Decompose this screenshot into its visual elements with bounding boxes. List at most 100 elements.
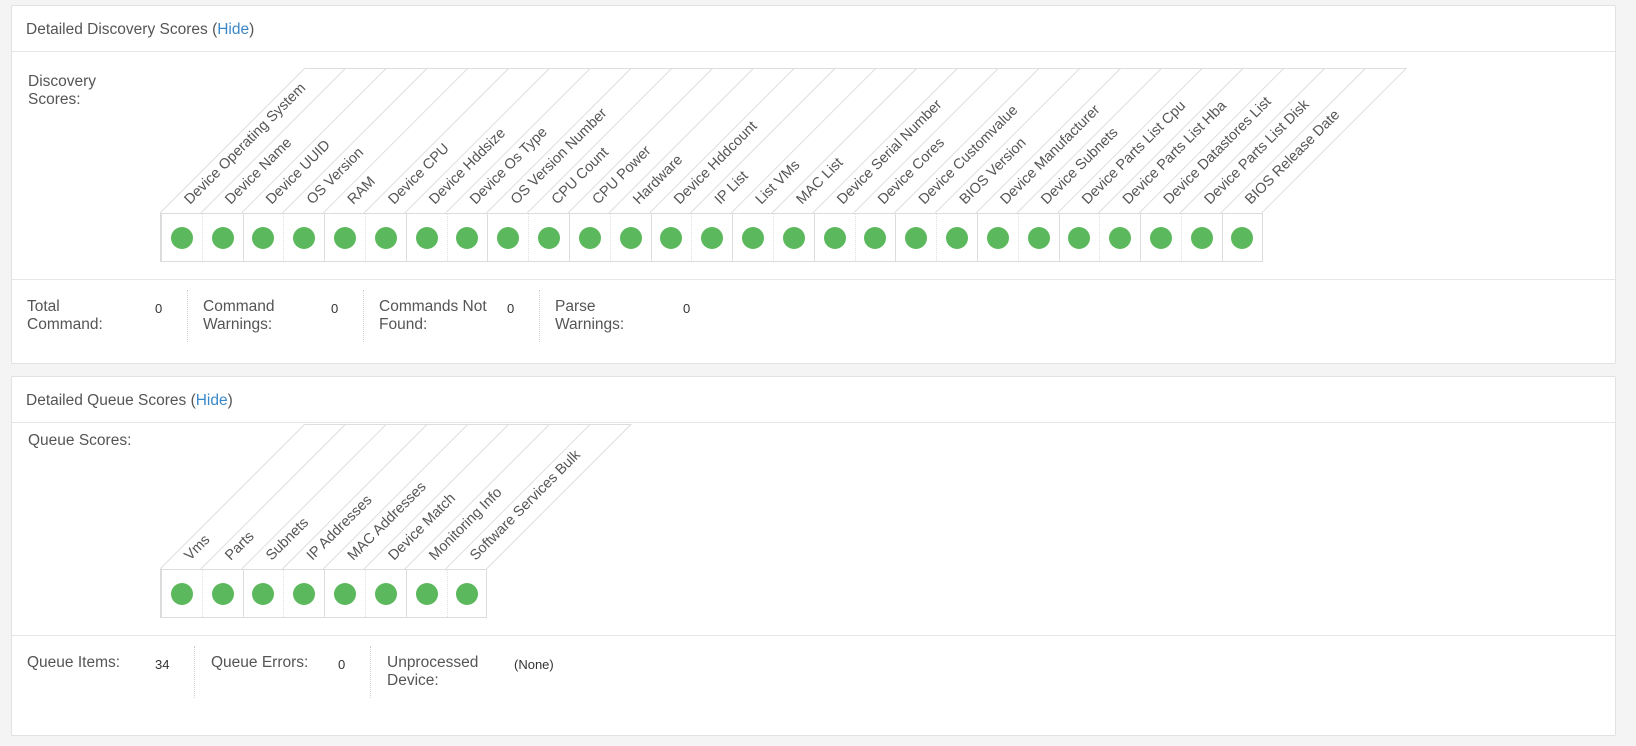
discovery-score-cell <box>364 214 406 261</box>
status-ok-icon <box>1190 226 1213 249</box>
discovery-stat-value: 0 <box>331 301 339 316</box>
status-ok-icon <box>864 226 887 249</box>
discovery-title-close: ) <box>249 21 255 38</box>
status-ok-icon <box>905 226 928 249</box>
status-ok-icon <box>252 582 275 605</box>
discovery-score-cell <box>201 214 243 261</box>
discovery-stat-value: 0 <box>507 301 515 316</box>
queue-scores-panel: Detailed Queue Scores (Hide) Queue Score… <box>11 376 1616 736</box>
discovery-stat-separator <box>187 290 188 342</box>
queue-stat-label: Queue Items: <box>27 654 120 672</box>
status-ok-icon <box>946 226 969 249</box>
discovery-score-cell <box>242 214 284 261</box>
discovery-hide-link[interactable]: Hide <box>217 21 249 38</box>
status-ok-icon <box>334 582 357 605</box>
discovery-stat-label-line: Total <box>27 298 60 315</box>
discovery-score-cell <box>1180 214 1222 261</box>
queue-score-cell <box>405 570 447 617</box>
queue-header-divider <box>486 423 632 570</box>
discovery-score-cell <box>1017 214 1059 261</box>
status-ok-icon <box>1068 226 1091 249</box>
status-ok-icon <box>293 226 316 249</box>
queue-stat-value: (None) <box>514 657 554 672</box>
queue-score-cell <box>201 570 243 617</box>
discovery-column-headers: Device Operating SystemDevice NameDevice… <box>159 67 1407 214</box>
discovery-column-header: List VMs <box>753 157 804 208</box>
discovery-stat-label-line: Found: <box>379 316 428 333</box>
status-ok-icon <box>986 226 1009 249</box>
discovery-score-cell <box>813 214 855 261</box>
queue-column-header: Monitoring Info <box>426 485 505 564</box>
discovery-score-cell <box>1058 214 1100 261</box>
queue-divider <box>12 635 1615 636</box>
queue-panel-title: Detailed Queue Scores (Hide) <box>12 377 1615 423</box>
discovery-score-cell <box>976 214 1018 261</box>
discovery-score-cell <box>446 214 488 261</box>
status-ok-icon <box>782 226 805 249</box>
status-ok-icon <box>293 582 316 605</box>
discovery-title-text: Detailed Discovery Scores ( <box>26 21 218 38</box>
queue-score-cell <box>364 570 406 617</box>
queue-stat-value: 34 <box>155 657 170 672</box>
discovery-score-cell <box>691 214 732 261</box>
discovery-score-cell <box>324 214 365 261</box>
status-ok-icon <box>823 226 846 249</box>
discovery-score-cell <box>1099 214 1140 261</box>
status-ok-icon <box>742 226 765 249</box>
queue-hide-link[interactable]: Hide <box>196 392 228 409</box>
discovery-stat-label: Parse Warnings: <box>555 298 624 334</box>
status-ok-icon <box>170 582 193 605</box>
queue-stat-label-line: Device: <box>387 672 439 689</box>
discovery-stat-label-line: Command <box>203 298 275 315</box>
queue-title-text: Detailed Queue Scores ( <box>26 392 196 409</box>
discovery-score-cell <box>568 214 610 261</box>
queue-stat-label: Unprocessed Device: <box>387 654 478 690</box>
queue-score-cell <box>446 570 488 617</box>
discovery-stat-label-line: Commands Not <box>379 298 487 315</box>
queue-stat-label-line: Unprocessed <box>387 654 479 671</box>
discovery-stat-separator <box>363 290 364 342</box>
discovery-score-cell <box>1221 214 1263 261</box>
discovery-score-cell <box>487 214 528 261</box>
discovery-score-cell <box>936 214 977 261</box>
discovery-stat-label-line: Warnings: <box>555 316 625 333</box>
status-ok-icon <box>211 582 234 605</box>
discovery-score-cell <box>772 214 814 261</box>
status-ok-icon <box>456 226 479 249</box>
queue-score-cells <box>160 569 488 618</box>
queue-score-cell <box>324 570 365 617</box>
discovery-header-divider <box>1220 67 1367 214</box>
status-ok-icon <box>619 226 642 249</box>
status-ok-icon <box>1150 226 1173 249</box>
discovery-score-cell <box>405 214 447 261</box>
status-ok-icon <box>252 226 275 249</box>
queue-stat-label: Queue Errors: <box>211 654 308 672</box>
discovery-score-cell <box>854 214 896 261</box>
discovery-stat-value: 0 <box>683 301 691 316</box>
status-ok-icon <box>455 582 478 605</box>
queue-column-headers: Vms Parts SubnetsIP AddressesMAC Addresses… <box>159 423 632 570</box>
discovery-stat-label: Total Command: <box>27 298 103 334</box>
status-ok-icon <box>578 226 601 249</box>
discovery-score-cell <box>1140 214 1181 261</box>
status-ok-icon <box>374 582 397 605</box>
status-ok-icon <box>497 226 520 249</box>
queue-stat-separator <box>370 646 371 698</box>
queue-title-close: ) <box>227 392 233 409</box>
queue-stat-label-line: Queue Errors: <box>211 654 309 671</box>
discovery-stat-label: Commands Not Found: <box>379 298 487 334</box>
queue-stat-value: 0 <box>338 657 346 672</box>
discovery-panel-title: Detailed Discovery Scores (Hide) <box>12 6 1615 52</box>
discovery-stat-separator <box>539 290 540 342</box>
queue-header-divider <box>445 423 591 570</box>
status-ok-icon <box>415 582 438 605</box>
discovery-scores-label: Discovery Scores: <box>28 73 97 108</box>
queue-stat-separator <box>194 646 195 698</box>
discovery-score-cell <box>609 214 651 261</box>
discovery-score-cell <box>895 214 936 261</box>
queue-stat-label-line: Queue Items: <box>27 654 121 671</box>
queue-score-cell <box>283 570 324 617</box>
queue-scores-label: Queue Scores: <box>28 432 132 449</box>
queue-score-cell <box>161 570 202 617</box>
status-ok-icon <box>170 226 193 249</box>
